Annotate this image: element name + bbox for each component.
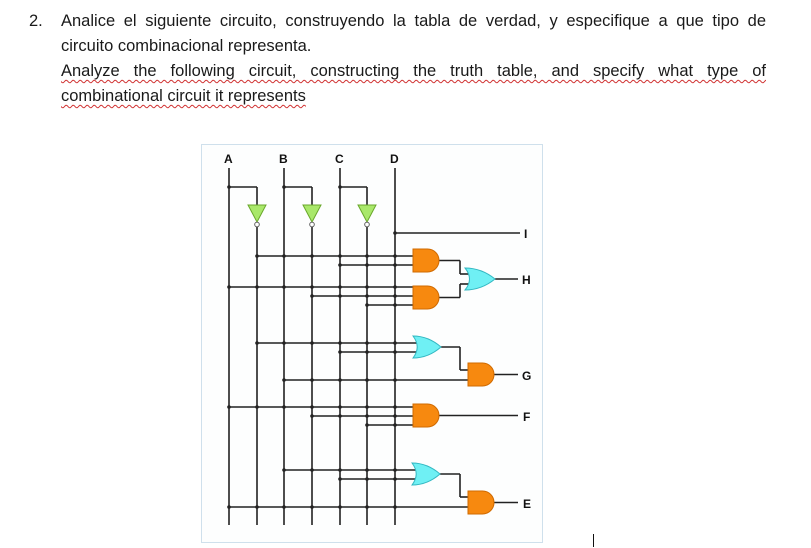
junction-dot: [310, 285, 314, 289]
junction-dot: [338, 350, 342, 354]
junction-dot: [365, 294, 369, 298]
junction-dot: [393, 285, 397, 289]
and-gate-f: [412, 403, 440, 428]
junction-dot: [338, 341, 342, 345]
junction-dot: [393, 414, 397, 418]
junction-dot: [338, 294, 342, 298]
junction-dot: [282, 468, 286, 472]
junction-dot: [338, 254, 342, 258]
input-label-b: B: [279, 152, 288, 166]
and-gate-e: [467, 490, 495, 515]
junction-dot: [365, 341, 369, 345]
junction-dot: [338, 505, 342, 509]
junction-dot: [393, 254, 397, 258]
junction-dot: [365, 505, 369, 509]
junction-dot: [393, 505, 397, 509]
junction-dot: [310, 294, 314, 298]
junction-dot: [255, 405, 259, 409]
or-gate-h: [463, 267, 496, 291]
output-label-h: H: [522, 273, 531, 287]
junction-dot: [338, 414, 342, 418]
junction-dot: [338, 285, 342, 289]
or-gate-g: [411, 335, 442, 359]
and-gate-g: [467, 362, 495, 387]
not-gate-bubble-b: [309, 221, 315, 228]
junction-dot: [255, 341, 259, 345]
junction-dot: [310, 405, 314, 409]
junction-dot: [393, 294, 397, 298]
junction-dot: [365, 303, 369, 307]
junction-dot: [393, 423, 397, 427]
junction-dot: [393, 477, 397, 481]
and-gate-h1: [412, 248, 440, 273]
not-gate-c: [357, 204, 377, 224]
junction-dot: [310, 378, 314, 382]
or-gate-e: [410, 462, 441, 486]
not-gate-b: [302, 204, 322, 224]
junction-dot: [338, 263, 342, 267]
junction-dot: [365, 263, 369, 267]
junction-dot: [365, 285, 369, 289]
junction-dot: [365, 405, 369, 409]
not-gate-a: [247, 204, 267, 224]
junction-dot: [393, 263, 397, 267]
junction-dot: [338, 378, 342, 382]
junction-dot: [282, 378, 286, 382]
junction-dot: [365, 477, 369, 481]
junction-dot: [393, 405, 397, 409]
junction-dot: [227, 405, 231, 409]
output-label-g: G: [522, 369, 531, 383]
junction-dot: [393, 468, 397, 472]
junction-dot: [310, 505, 314, 509]
junction-dot: [365, 423, 369, 427]
input-label-a: A: [224, 152, 233, 166]
junction-dot: [255, 254, 259, 258]
junction-dot: [282, 254, 286, 258]
junction-dot: [227, 285, 231, 289]
and-gate-h2: [412, 285, 440, 310]
junction-dot: [227, 185, 231, 189]
output-label-i: I: [524, 227, 527, 241]
junction-dot: [393, 341, 397, 345]
junction-dot: [310, 254, 314, 258]
junction-dot: [310, 341, 314, 345]
input-label-d: D: [390, 152, 399, 166]
junction-dot: [365, 350, 369, 354]
junction-dot: [282, 285, 286, 289]
junction-dot: [365, 378, 369, 382]
junction-dot: [365, 414, 369, 418]
junction-dot: [255, 505, 259, 509]
junction-dot: [282, 185, 286, 189]
output-label-f: F: [523, 410, 530, 424]
junction-dot: [338, 468, 342, 472]
circuit-diagram: A B C D I H G F E: [224, 152, 531, 525]
junction-dot: [393, 303, 397, 307]
junction-dot: [255, 285, 259, 289]
input-label-c: C: [335, 152, 344, 166]
junction-dot: [365, 254, 369, 258]
junction-dot: [393, 350, 397, 354]
not-gate-bubble-a: [254, 221, 260, 228]
junction-dot: [227, 505, 231, 509]
junction-dot: [310, 414, 314, 418]
junction-dot: [393, 378, 397, 382]
not-gate-bubble-c: [364, 221, 370, 228]
junction-dot: [365, 468, 369, 472]
junction-dot: [338, 185, 342, 189]
junction-dot: [338, 477, 342, 481]
junction-dot: [393, 231, 397, 235]
text-cursor: [593, 534, 594, 547]
junction-dot: [282, 405, 286, 409]
output-label-e: E: [523, 497, 531, 511]
junction-dot: [282, 341, 286, 345]
junction-dot: [338, 405, 342, 409]
junction-dot: [282, 505, 286, 509]
junction-dot: [310, 468, 314, 472]
